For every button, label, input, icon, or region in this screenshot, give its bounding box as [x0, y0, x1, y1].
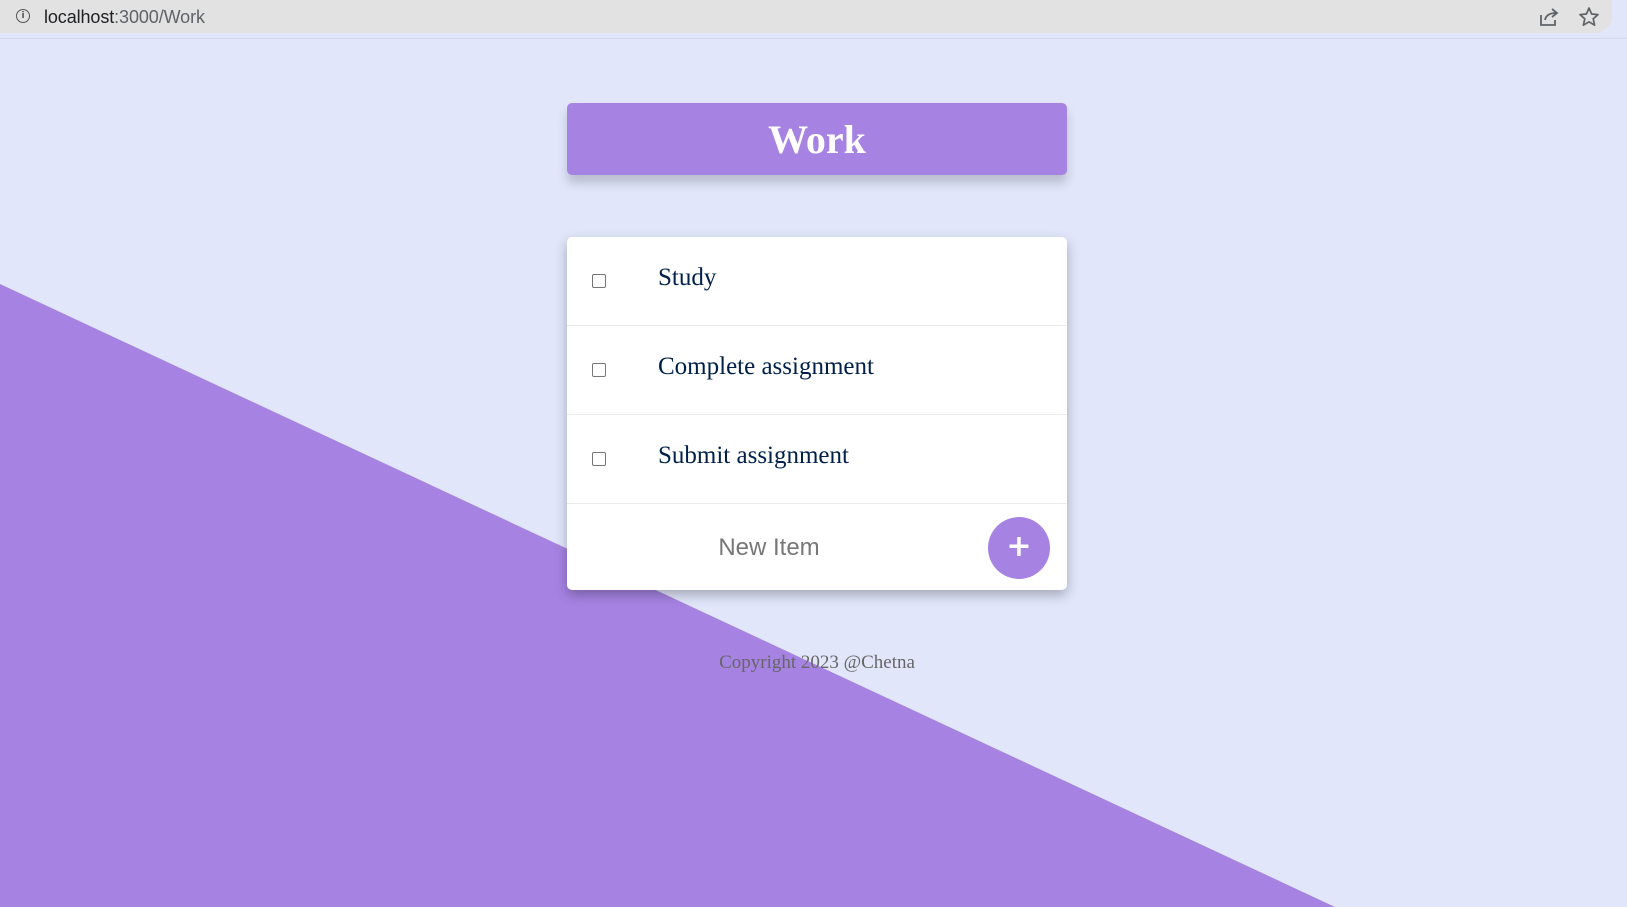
item-checkbox[interactable]	[592, 363, 606, 377]
list-item: Complete assignment	[567, 326, 1067, 415]
new-item-input[interactable]	[627, 526, 911, 570]
info-icon[interactable]: i	[16, 9, 30, 23]
bookmark-star-icon[interactable]	[1578, 6, 1600, 28]
item-label: Study	[658, 264, 717, 291]
url-host: localhost	[44, 7, 115, 27]
item-checkbox[interactable]	[592, 452, 606, 466]
new-item-form: +	[567, 504, 1067, 592]
browser-address-bar[interactable]: i localhost:3000/Work	[0, 0, 1612, 33]
item-checkbox[interactable]	[592, 274, 606, 288]
item-label: Submit assignment	[658, 442, 849, 469]
share-icon[interactable]	[1538, 6, 1560, 28]
toolbar-divider	[0, 38, 1627, 39]
footer-copyright: Copyright 2023 @Chetna	[719, 652, 915, 673]
url-text[interactable]: localhost:3000/Work	[44, 7, 205, 28]
item-label: Complete assignment	[658, 353, 874, 380]
page-title: Work	[768, 116, 866, 162]
url-path: :3000/Work	[114, 7, 205, 27]
add-item-button[interactable]: +	[988, 517, 1050, 579]
todo-list: Study Complete assignment Submit assignm…	[567, 237, 1067, 590]
list-item: Study	[567, 237, 1067, 326]
list-title-box: Work	[567, 103, 1067, 175]
list-item: Submit assignment	[567, 415, 1067, 504]
